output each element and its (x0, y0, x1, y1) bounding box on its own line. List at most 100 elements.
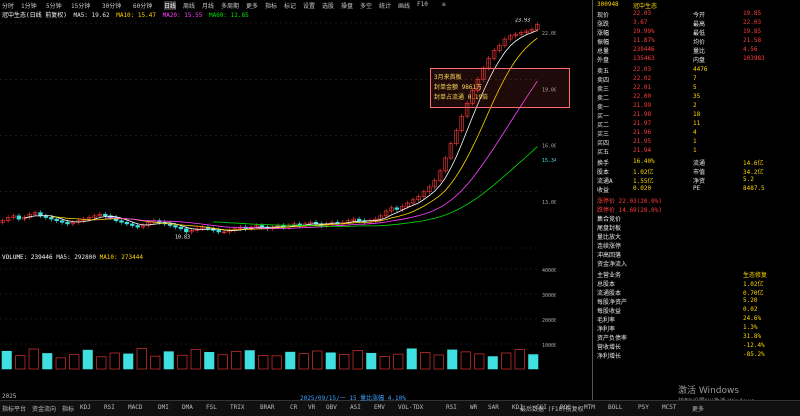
top-menu-item[interactable]: 多周期 (221, 1, 239, 10)
volume-bar (447, 349, 458, 370)
cell: 最低 (693, 30, 706, 37)
indicator-tab[interactable]: FSL (206, 404, 217, 411)
cell: 买三 (597, 131, 610, 138)
indicator-tab[interactable]: SAR (488, 404, 499, 411)
cell: 239446 (633, 46, 655, 53)
cell: 21.94 (633, 147, 652, 154)
cell: 21.97 (633, 120, 652, 127)
cell: 5 (693, 84, 697, 91)
finance-row: 流通股本 0.70亿 (593, 288, 800, 297)
indicator-tab[interactable]: BRAR (260, 404, 274, 411)
ask-row: 卖二 22.00 35 (593, 93, 800, 102)
indicator-tab[interactable]: CR (290, 404, 297, 411)
cell: 0.02 (743, 306, 758, 313)
finance-row: 营收增长 -12.4% (593, 342, 800, 351)
cell: 现价 (597, 12, 610, 19)
top-menu-item[interactable]: 指标 (265, 1, 277, 10)
indicator-tab[interactable]: MCST (662, 404, 676, 411)
indicator-tab[interactable]: WR (470, 404, 477, 411)
indicator-tab[interactable]: MACD (128, 404, 142, 411)
low-label: 10.83 (175, 234, 190, 240)
top-menu-item[interactable]: 选股 (322, 1, 334, 10)
indicator-tab[interactable]: OBV (326, 404, 337, 411)
cell: 103983 (743, 55, 765, 62)
volume-label: VOLUME: 239446 (2, 254, 53, 261)
indicator-tab[interactable]: 更多 (692, 404, 704, 413)
top-menu-item[interactable]: 更多 (246, 1, 258, 10)
top-menu-item[interactable]: 操盘 (341, 1, 353, 10)
cell: 35 (693, 93, 701, 100)
indicator-tab[interactable]: EMV (374, 404, 385, 411)
top-menu-item[interactable]: 标记 (284, 1, 296, 10)
top-menu-item[interactable]: 60分钟 (133, 1, 152, 10)
cell: 21.98 (633, 111, 652, 118)
cell: 11 (693, 120, 701, 127)
vol-ma10-label: MA10: 273444 (99, 254, 143, 261)
top-menu-item[interactable]: 周线 (183, 1, 195, 10)
volume-chart[interactable]: 40000 30000 20000 10000 (0, 264, 556, 374)
indicator-tab[interactable]: DMI (158, 404, 169, 411)
indicator-tab[interactable]: KDJ (80, 404, 91, 411)
cell: 最高 (693, 21, 706, 28)
volume-bar (82, 349, 93, 370)
top-menu-item[interactable]: 统计 (379, 1, 391, 10)
finance-row: 毛利率 24.6% (593, 315, 800, 324)
volume-bar (285, 351, 296, 370)
cell: 135463 (633, 55, 655, 62)
finance-row: 净利率 1.3% (593, 324, 800, 333)
indicator-tab[interactable]: RSI (446, 404, 457, 411)
indicator-tab[interactable]: BOLL (608, 404, 622, 411)
top-menu-item[interactable]: ≡ (442, 1, 446, 8)
indicator-tab[interactable]: DMA (182, 404, 193, 411)
ask-row: 卖一 21.99 2 (593, 102, 800, 111)
top-menu-item[interactable]: 1分钟 (21, 1, 37, 10)
ma60-line (213, 146, 538, 227)
indicator-tab[interactable]: 指标平台 (2, 404, 26, 413)
top-menu-item[interactable]: 月线 (202, 1, 214, 10)
indicator-tab[interactable]: PSY (638, 404, 649, 411)
volume-bar (514, 349, 525, 370)
stat-row: 收益 0.020 PE 8487.5 (593, 185, 800, 194)
popup-line: 封单金额 9861万 (434, 84, 483, 91)
bid-row: 买五 21.94 1 (593, 147, 800, 156)
volume-bar (244, 350, 255, 370)
news-row: 资金净流入 (593, 259, 800, 268)
finance-row: 每股收益 0.02 (593, 306, 800, 315)
popup-line: 3月来首板 (434, 74, 462, 81)
top-menu-item[interactable]: 30分钟 (102, 1, 121, 10)
cell: 集合竞价 (597, 216, 622, 223)
top-menu-item[interactable]: 分时 (2, 1, 14, 10)
cell: 300948 (597, 1, 619, 8)
cell: 21.96 (633, 129, 652, 136)
quote-row: 涨幅 19.99% 最低 19.85 (593, 28, 800, 37)
volume-bar (69, 354, 80, 370)
indicator-tab[interactable]: 指标 (62, 404, 74, 413)
volume-bar (150, 355, 161, 370)
top-menu-item[interactable]: 多空 (360, 1, 372, 10)
indicator-tab[interactable]: ASI (350, 404, 361, 411)
cell: 22.03 (633, 66, 652, 73)
cell: 市值 (693, 169, 706, 176)
indicator-tab[interactable]: MTM (584, 404, 595, 411)
volume-bar (433, 354, 444, 370)
volume-bar (528, 354, 539, 370)
top-menu-item[interactable]: F10 (417, 1, 428, 8)
candle (49, 217, 54, 220)
top-menu-item[interactable]: 日线 (164, 1, 177, 10)
indicator-tab[interactable]: TRIX (230, 404, 244, 411)
volume-bar (190, 349, 201, 370)
indicator-tab[interactable]: RSI (104, 404, 115, 411)
top-menu-item[interactable]: 15分钟 (71, 1, 90, 10)
cell: 1.55亿 (633, 178, 654, 185)
candle (394, 207, 400, 210)
candle (54, 218, 59, 221)
cell: 21.95 (633, 138, 652, 145)
price-chart[interactable]: 22.0019.0016.0013.0010.0023.9310.8315.34 (0, 18, 556, 253)
indicator-tab[interactable]: VOL-TDX (398, 404, 423, 411)
indicator-tab[interactable]: VR (308, 404, 315, 411)
top-menu-item[interactable]: 画线 (398, 1, 410, 10)
top-menu-item[interactable]: 设置 (303, 1, 315, 10)
top-menu-item[interactable]: 5分钟 (46, 1, 62, 10)
indicator-tab[interactable]: 资金流向 (32, 404, 56, 413)
cell: 0.020 (633, 185, 652, 192)
